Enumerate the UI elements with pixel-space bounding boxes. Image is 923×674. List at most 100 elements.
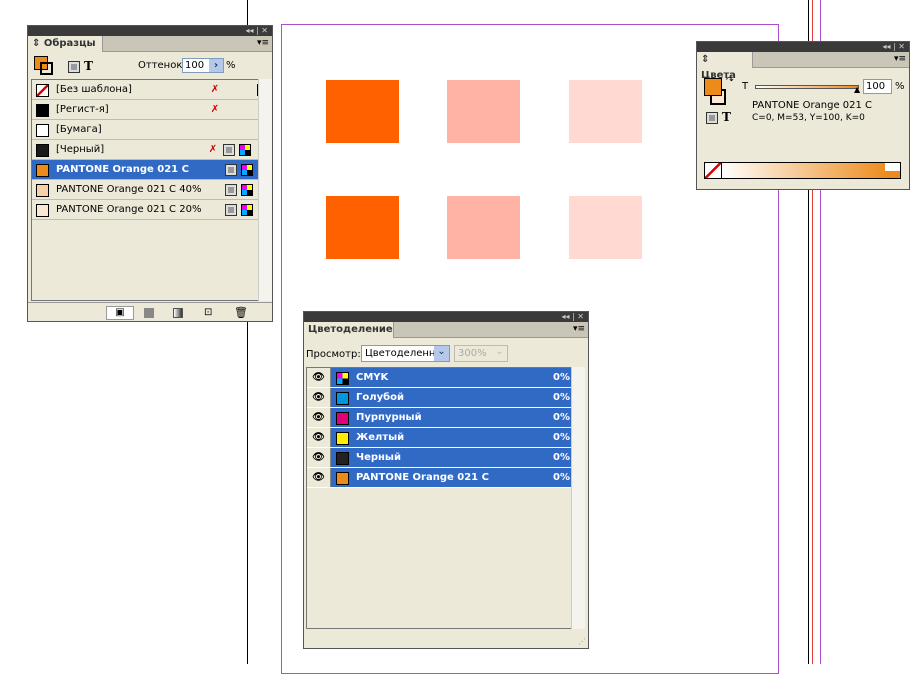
color-square[interactable] (326, 80, 399, 143)
swatch-name: PANTONE Orange 021 C 20% (56, 204, 202, 215)
text-icon[interactable]: T (722, 110, 731, 124)
color-values: C=0, M=53, Y=100, K=0 (752, 113, 865, 123)
chevron-down-icon[interactable]: ⌄ (434, 346, 449, 361)
scrollbar[interactable] (258, 79, 272, 301)
gradient-button[interactable] (173, 308, 183, 318)
white-swatch[interactable] (885, 163, 900, 171)
swatch-row[interactable]: [Черный] ✗ (32, 140, 260, 160)
separation-row[interactable]: 👁 PANTONE Orange 021 C 0% (307, 468, 572, 488)
ink-name: Черный (356, 452, 401, 463)
swatch-row[interactable]: [Бумага] (32, 120, 260, 140)
swatch-chip (36, 184, 49, 197)
tab-label: Образцы (43, 38, 96, 49)
new-swatch-button[interactable]: ⊡ (204, 307, 212, 318)
color-square[interactable] (447, 80, 520, 143)
resize-grip[interactable]: ⋰ (578, 637, 586, 646)
separation-row[interactable]: 👁 Желтый 0% (307, 428, 572, 448)
separation-row[interactable]: 👁 Голубой 0% (307, 388, 572, 408)
cmyk-icon (241, 204, 253, 216)
swatch-row[interactable]: [Регист-я]✗⌖ (32, 100, 266, 120)
colors-panel: ◂◂ | ✕ ⇕ Цвета ▾≡ ↷ T T ▲ % PANTONE Orang… (696, 41, 910, 190)
stroke-icon (40, 62, 53, 75)
swatch-row[interactable]: PANTONE Orange 021 C 20% (32, 200, 260, 220)
color-square[interactable] (569, 196, 642, 259)
scrollbar[interactable] (571, 367, 585, 629)
ink-name: Желтый (356, 432, 405, 443)
tint-arrow-button[interactable]: › (209, 59, 223, 72)
eye-icon[interactable]: 👁 (307, 368, 331, 387)
none-icon[interactable] (705, 163, 722, 178)
swatch-row[interactable]: [Без шаблона] ✗ (32, 80, 269, 100)
eye-icon[interactable]: 👁 (307, 448, 331, 467)
view-label: Просмотр: (306, 349, 361, 360)
panel-titlebar[interactable]: ◂◂ | ✕ (28, 26, 272, 36)
tab-colors[interactable]: ⇕ Цвета (697, 52, 753, 81)
tint-slider-thumb[interactable]: ▲ (854, 85, 860, 94)
no-edit-icon: ✗ (210, 104, 220, 115)
separation-row[interactable]: 👁 CMYK 0% (307, 368, 572, 388)
tab-swatches[interactable]: ⇕ Образцы (28, 36, 103, 52)
ink-chip (336, 432, 349, 445)
spot-icon (225, 204, 237, 216)
tint-input[interactable] (863, 79, 892, 94)
no-edit-icon: ✗ (208, 144, 218, 155)
panel-menu-icon[interactable]: ▾≡ (573, 324, 585, 334)
container-icon[interactable] (68, 61, 80, 73)
swatches-panel: ◂◂ | ✕ ⇕ Образцы ▾≡ T Оттенок: › % [Без ш… (27, 25, 273, 322)
delete-icon[interactable]: 🗑 (234, 306, 248, 319)
swatch-chip (36, 164, 49, 177)
eye-icon[interactable]: 👁 (307, 388, 331, 407)
panel-titlebar[interactable]: ◂◂ | ✕ (697, 42, 909, 52)
ink-chip (336, 392, 349, 405)
color-square[interactable] (447, 196, 520, 259)
color-name: PANTONE Orange 021 C (752, 100, 873, 111)
tab-label: Цветоделение (308, 324, 393, 335)
swatch-row[interactable]: PANTONE Orange 021 C (32, 160, 260, 180)
swap-icon[interactable]: ↷ (726, 76, 734, 86)
cmyk-icon (239, 144, 251, 156)
color-square[interactable] (326, 196, 399, 259)
ink-coverage: 0% (553, 372, 570, 383)
tint-slider[interactable] (755, 85, 859, 89)
ink-chip (336, 412, 349, 425)
separations-list: 👁 CMYK 0% 👁 Голубой 0% 👁 Пурпурный 0% 👁 Желтый 0% 👁 Ч… (306, 367, 572, 629)
fill-icon[interactable] (704, 78, 722, 96)
swatch-name: [Черный] (56, 144, 105, 155)
ink-chip (336, 372, 349, 385)
eye-icon[interactable]: 👁 (307, 468, 331, 487)
separation-row[interactable]: 👁 Пурпурный 0% (307, 408, 572, 428)
show-all-button[interactable]: ▣ (106, 306, 134, 320)
text-icon[interactable]: T (84, 59, 93, 73)
view-select[interactable]: Цветоделенные ⌄ (361, 345, 450, 362)
ink-coverage: 0% (553, 432, 570, 443)
panel-menu-icon[interactable]: ▾≡ (894, 54, 906, 64)
cmyk-icon (241, 164, 253, 176)
container-icon[interactable] (706, 112, 718, 124)
swatch-chip (36, 144, 49, 157)
eye-icon[interactable]: 👁 (307, 408, 331, 427)
panel-titlebar[interactable]: ◂◂ | ✕ (304, 312, 588, 322)
separation-row[interactable]: 👁 Черный 0% (307, 448, 572, 468)
swatch-chip (36, 124, 49, 137)
color-ramp[interactable] (704, 162, 901, 179)
swatch-name: [Без шаблона] (56, 84, 132, 95)
swatch-name: [Бумага] (56, 124, 102, 135)
ink-chip (336, 472, 349, 485)
tab-separations[interactable]: Цветоделение (304, 322, 394, 338)
ink-chip (336, 452, 349, 465)
swatch-list: [Без шаблона]✗[Регист-я]✗⌖[Бумага][Черны… (31, 79, 269, 301)
percent-label: % (226, 60, 236, 71)
swatch-name: PANTONE Orange 021 C 40% (56, 184, 202, 195)
ink-name: PANTONE Orange 021 C (356, 472, 489, 483)
swatch-chip (36, 104, 49, 117)
zoom-value: 300% (458, 348, 487, 359)
chevron-down-icon: ⌄ (495, 346, 504, 357)
panel-menu-icon[interactable]: ▾≡ (257, 38, 269, 48)
color-square[interactable] (569, 80, 642, 143)
eye-icon[interactable]: 👁 (307, 428, 331, 447)
new-color-group-button[interactable] (144, 308, 154, 318)
spot-icon (225, 164, 237, 176)
no-edit-icon: ✗ (210, 84, 220, 95)
separations-panel: ◂◂ | ✕ Цветоделение ▾≡ Просмотр: Цветодел… (303, 311, 589, 649)
swatch-row[interactable]: PANTONE Orange 021 C 40% (32, 180, 260, 200)
